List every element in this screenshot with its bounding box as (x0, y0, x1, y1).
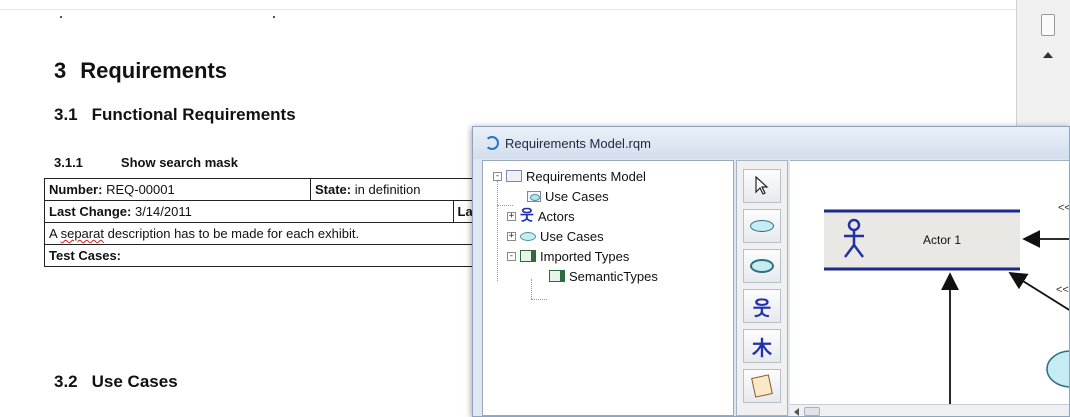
actor-icon: 웃 (520, 207, 534, 224)
actor-tool-button[interactable]: 웃 (743, 289, 781, 323)
tree-item-imported-types[interactable]: - Imported Types (507, 247, 629, 265)
table-cell-description[interactable]: A separat description has to be made for… (44, 222, 480, 245)
heading-text: Show search mask (120, 155, 238, 170)
tree-connector (531, 279, 532, 299)
heading-text: Requirements (80, 58, 227, 83)
table-cell-last-change[interactable]: Last Change: 3/14/2011 (44, 200, 454, 223)
last-change-label: Last Change: (49, 204, 132, 219)
window-title: Requirements Model.rqm (505, 135, 651, 151)
tree-connector (497, 205, 513, 206)
tree-connector (531, 299, 547, 300)
test-cases-label: Test Cases: (49, 248, 122, 263)
heading-show-search-mask: 3.1.1 Show search mask (54, 155, 238, 170)
state-label: State: (315, 182, 352, 197)
table-row: A separat description has to be made for… (44, 222, 480, 245)
page-top-edge (0, 0, 1016, 10)
requirements-model-window: Requirements Model.rqm - Requirements Mo… (472, 126, 1070, 417)
note-icon (751, 374, 773, 398)
heading-use-cases: 3.2 Use Cases (54, 372, 178, 392)
diagram-canvas[interactable]: Actor 1 << << (790, 160, 1070, 404)
model-tree: - Requirements Model Use Cases + 웃 Actor… (482, 160, 734, 416)
description-text: description has to be made for each exhi… (107, 226, 360, 241)
misspelled-word[interactable]: separat (61, 226, 104, 241)
canvas-horizontal-scrollbar[interactable] (790, 404, 1069, 416)
heading-number: 3.2 (54, 372, 78, 391)
number-label: Number: (49, 182, 103, 197)
table-cell-number[interactable]: Number: REQ-00001 (44, 178, 311, 201)
table-cell-test-cases[interactable]: Test Cases: (44, 244, 480, 267)
note-tool-button[interactable] (743, 369, 781, 403)
actor-node[interactable]: Actor 1 (824, 209, 1020, 271)
tree-item-label: Requirements Model (526, 168, 646, 184)
extension-use-case-icon (750, 259, 774, 273)
actor-icon: 웃 (752, 297, 772, 320)
scroll-up-arrow-icon[interactable] (1043, 52, 1053, 58)
scroll-left-arrow-icon[interactable] (794, 408, 799, 416)
stereotype-label: << (1058, 202, 1070, 214)
tree-item-actors[interactable]: + 웃 Actors (507, 207, 575, 225)
select-tool-button[interactable] (743, 169, 781, 203)
tree-item-use-cases[interactable]: + Use Cases (507, 227, 604, 245)
cut-label: La (457, 204, 473, 219)
use-case-icon (750, 220, 774, 232)
last-change-value: 3/14/2011 (134, 204, 192, 219)
expand-icon[interactable]: + (507, 211, 516, 221)
number-value: REQ-00001 (106, 182, 175, 197)
tree-connector (497, 181, 498, 281)
use-case-node[interactable] (1046, 350, 1070, 388)
actor-group-icon: ⽊ (752, 337, 772, 360)
app-icon (485, 136, 499, 150)
imported-types-icon (520, 250, 536, 262)
use-case-tool-button[interactable] (743, 209, 781, 243)
requirement-table: Number: REQ-00001 State: in definition L… (44, 178, 480, 267)
diagram-svg: Actor 1 << << (824, 202, 1070, 404)
table-cell-state[interactable]: State: in definition (310, 178, 480, 201)
tree-item-label: Actors (537, 208, 575, 224)
actor-label: Actor 1 (923, 233, 961, 247)
tree-item-label: Use Cases (545, 188, 609, 204)
collapse-icon[interactable]: - (507, 251, 516, 261)
expand-icon[interactable]: + (507, 231, 516, 241)
heading-number: 3.1 (54, 105, 78, 124)
heading-number: 3 (54, 58, 67, 83)
actor-group-tool-button[interactable]: ⽊ (743, 329, 781, 363)
description-prefix: A (49, 226, 57, 241)
heading-functional-requirements: 3.1 Functional Requirements (54, 105, 296, 125)
heading-requirements: 3 Requirements (54, 58, 227, 84)
tree-item-requirements-model[interactable]: - Requirements Model (493, 167, 646, 185)
tree-item-label: Imported Types (540, 248, 630, 264)
semantic-types-icon (549, 270, 565, 282)
model-folder-icon (506, 170, 522, 182)
tool-palette: 웃 ⽊ (736, 160, 788, 416)
tree-item-label: Use Cases (540, 228, 604, 244)
split-handle-icon[interactable] (1041, 14, 1055, 36)
stereotype-label: << (1056, 284, 1069, 296)
scroll-thumb[interactable] (804, 407, 820, 416)
table-row: Test Cases: (44, 244, 480, 267)
tree-item-semantic-types[interactable]: SemanticTypes (549, 267, 658, 285)
use-case-icon (520, 231, 536, 241)
collapse-icon[interactable]: - (493, 171, 502, 181)
state-value: in definition (354, 182, 421, 197)
ruler-mark (60, 16, 62, 18)
tree-item-label: SemanticTypes (569, 268, 658, 284)
tree-item-use-cases-diagram[interactable]: Use Cases (527, 187, 609, 205)
extension-use-case-tool-button[interactable] (743, 249, 781, 283)
table-row: Number: REQ-00001 State: in definition (44, 178, 480, 201)
heading-text: Use Cases (91, 372, 178, 391)
heading-text: Functional Requirements (91, 105, 296, 124)
window-title-bar[interactable]: Requirements Model.rqm (473, 127, 1069, 159)
ruler-mark (273, 16, 275, 18)
heading-number: 3.1.1 (54, 155, 83, 170)
table-row: Last Change: 3/14/2011 La (44, 200, 480, 223)
use-case-diagram-icon (527, 190, 541, 202)
cursor-icon (755, 176, 769, 195)
